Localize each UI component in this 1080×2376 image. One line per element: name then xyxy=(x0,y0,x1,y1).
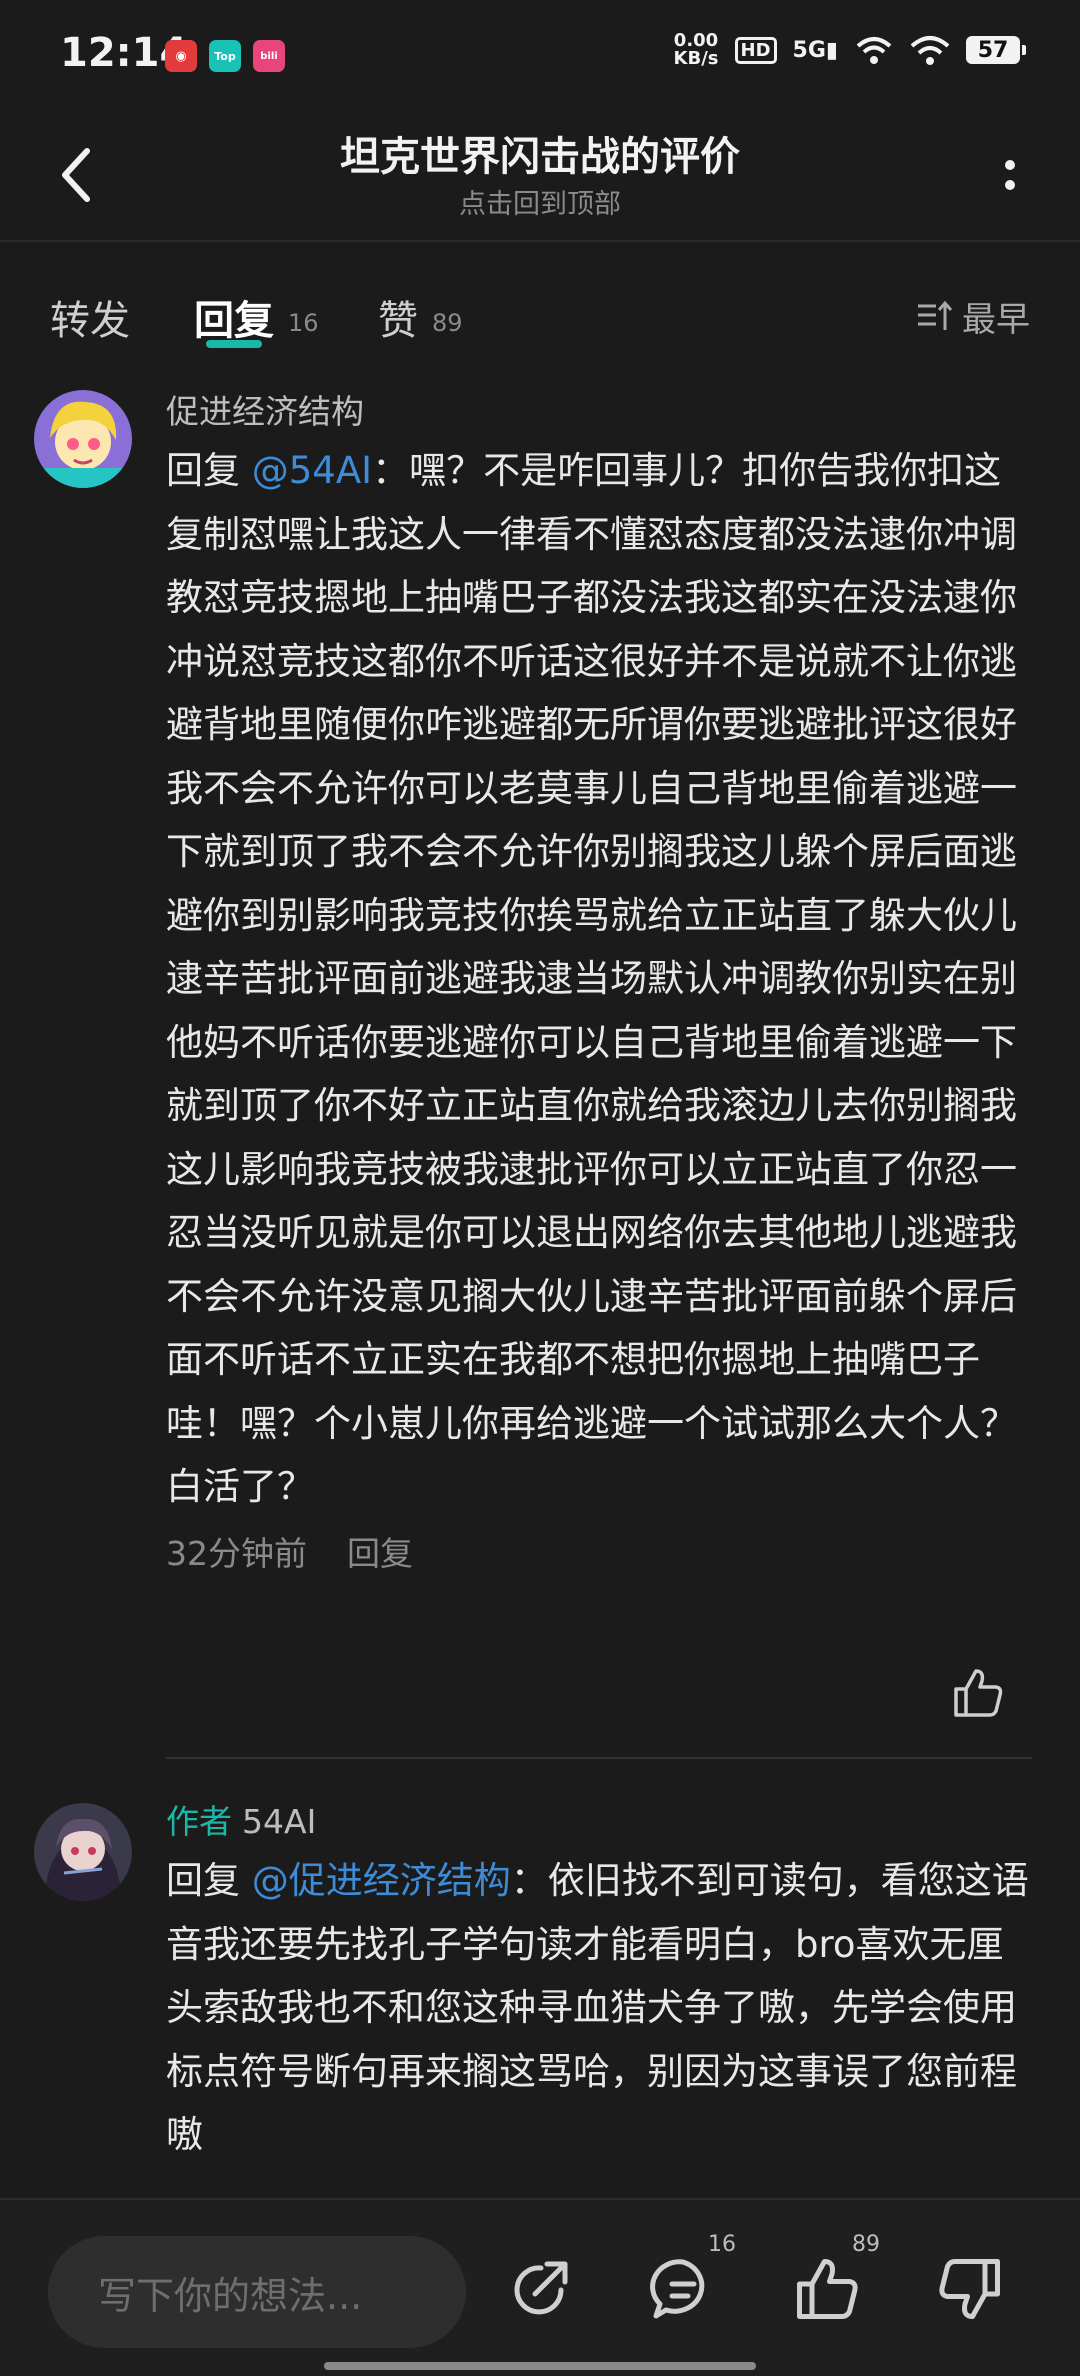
comment-time: 32分钟前 xyxy=(166,1533,307,1573)
comment-text[interactable]: 回复 @54AI：嘿？不是咋回事儿？扣你告我你扣这复制怼嘿让我这人一律看不懂怼态… xyxy=(166,439,1036,1519)
author-tag: 作者 xyxy=(166,1802,232,1841)
netease-music-icon: ◉ xyxy=(165,40,197,72)
sort-icon xyxy=(918,300,953,330)
signal-5g-icon: 5G▮ xyxy=(792,37,838,63)
comment-like-button[interactable] xyxy=(950,1665,1010,1725)
thumbs-down-icon xyxy=(939,2259,1000,2319)
status-bar: 12:14 ◉ Top bili 0.00 KB/s HD 5G▮ 57 xyxy=(0,0,1080,110)
wifi-plus-icon xyxy=(856,37,892,64)
tab-repost[interactable]: 转发 xyxy=(50,288,130,346)
more-dot-icon xyxy=(1005,160,1015,170)
comment-count: 16 xyxy=(708,2232,736,2257)
share-icon xyxy=(514,2261,568,2315)
comment-content: 作者 54AI 回复 @促进经济结构：依旧找不到可读句，看您这语音我还要先找孔子学… xyxy=(166,1795,1036,2167)
comment-author[interactable]: 促进经济结构 xyxy=(166,385,1036,433)
mention-link[interactable]: @促进经济结构 xyxy=(252,1859,511,1902)
hd-icon: HD xyxy=(734,36,777,64)
tab-replies[interactable]: 回复 16 xyxy=(194,288,319,346)
comment-meta: 32分钟前 回复 xyxy=(166,1527,1036,1575)
reply-button[interactable]: 回复 xyxy=(347,1527,413,1575)
avatar[interactable] xyxy=(34,1803,132,1901)
comment-author[interactable]: 作者 54AI xyxy=(166,1795,1036,1843)
header: 坦克世界闪击战的评价 点击回到顶部 xyxy=(0,110,1080,242)
page-title[interactable]: 坦克世界闪击战的评价 xyxy=(0,124,1080,182)
battery-icon: 57 xyxy=(966,36,1026,64)
comment-divider xyxy=(166,1757,1032,1759)
comment-text[interactable]: 回复 @促进经济结构：依旧找不到可读句，看您这语音我还要先找孔子学句读才能看明白… xyxy=(166,1849,1036,2167)
comment-content: 促进经济结构 回复 @54AI：嘿？不是咋回事儿？扣你告我你扣这复制怼嘿让我这人… xyxy=(166,385,1036,1575)
like-count: 89 xyxy=(852,2232,880,2257)
dislike-button[interactable] xyxy=(935,2254,1005,2324)
more-options-button[interactable] xyxy=(980,140,1040,210)
share-button[interactable] xyxy=(505,2254,575,2324)
active-tab-indicator xyxy=(206,340,262,348)
bilibili-icon: bili xyxy=(253,40,285,72)
sort-button[interactable]: 最早 xyxy=(916,292,1030,341)
tab-likes[interactable]: 赞 89 xyxy=(378,288,463,346)
comments-button[interactable] xyxy=(648,2254,718,2324)
notification-icons: ◉ Top bili xyxy=(165,40,285,72)
avatar[interactable] xyxy=(34,390,132,488)
mention-link[interactable]: @54AI xyxy=(252,449,372,492)
page: 12:14 ◉ Top bili 0.00 KB/s HD 5G▮ 57 坦克世… xyxy=(0,0,1080,2376)
tab-bar: 转发 回复 16 赞 89 最早 xyxy=(0,270,1080,360)
scroll-to-top-hint[interactable]: 点击回到顶部 xyxy=(0,182,1080,221)
wifi-icon xyxy=(910,36,950,65)
bottom-action-bar: 写下你的想法... 16 89 xyxy=(0,2198,1080,2376)
net-speed: 0.00 KB/s xyxy=(673,30,719,69)
comment-input[interactable]: 写下你的想法... xyxy=(48,2236,466,2348)
like-button[interactable] xyxy=(792,2254,862,2324)
top-app-icon: Top xyxy=(209,40,241,72)
comment-bubble-icon xyxy=(650,2259,705,2319)
status-indicators: 0.00 KB/s HD 5G▮ 57 xyxy=(673,30,1026,69)
home-indicator[interactable] xyxy=(324,2362,756,2370)
thumbs-up-icon xyxy=(797,2259,858,2319)
more-dot-icon xyxy=(1005,180,1015,190)
thumbs-up-icon xyxy=(954,1669,1003,1717)
